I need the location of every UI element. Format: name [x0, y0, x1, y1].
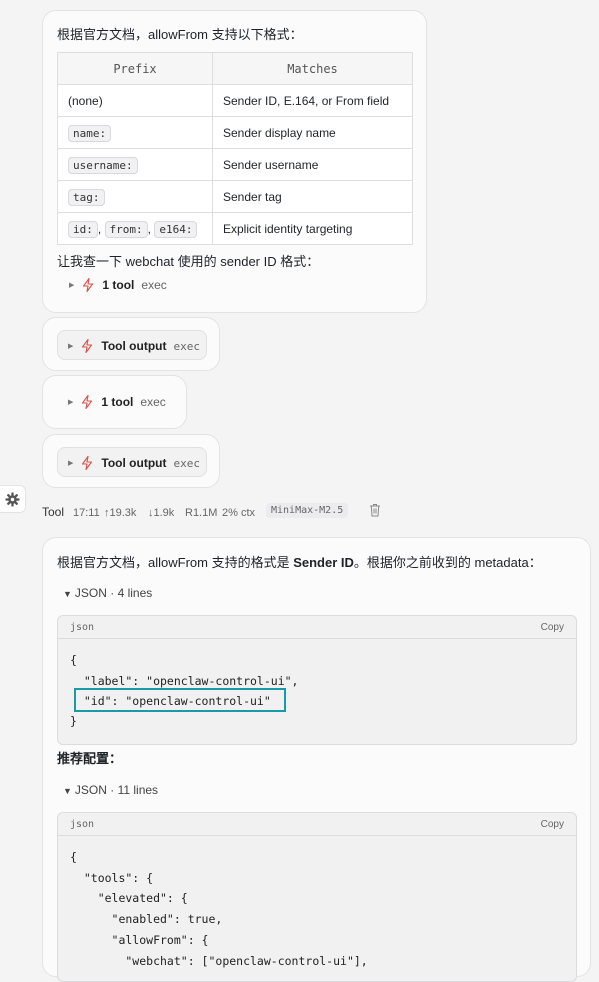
- matches-cell: Sender display name: [212, 116, 413, 149]
- sender-id-emphasis: Sender ID: [293, 555, 354, 570]
- lightning-icon: [82, 339, 93, 353]
- matches-cell: Sender tag: [212, 180, 413, 213]
- code-line: "elevated": {: [70, 891, 188, 905]
- prefix-cell: (none): [57, 84, 213, 117]
- code-language: json: [70, 621, 95, 633]
- code-line: "webchat": ["openclaw-control-ui"],: [70, 954, 368, 968]
- prefix-code: name:: [68, 124, 112, 142]
- prefix-code: username:: [68, 156, 138, 174]
- message-followup: 让我查一下 webchat 使用的 sender ID 格式：: [57, 254, 320, 269]
- tool-call-toggle[interactable]: ▶ 1 tool exec: [69, 278, 167, 292]
- cache-read: R1.1M: [185, 507, 218, 519]
- tool-label: Tool output: [101, 456, 167, 470]
- prefix-code: from:: [104, 220, 148, 238]
- message-time: 17:11: [73, 507, 100, 519]
- tool-label: 1 tool: [101, 395, 134, 409]
- message-intro: 根据官方文档，allowFrom 支持的格式是 Sender ID。根据你之前收…: [57, 555, 542, 570]
- lightning-icon: [83, 278, 94, 292]
- table-header-prefix: Prefix: [57, 52, 213, 85]
- table-row: id:, from:, e164: Explicit identity targ…: [57, 212, 413, 245]
- caret-right-icon: ▶: [68, 460, 74, 467]
- caret-down-icon: ▼: [63, 589, 72, 599]
- settings-button[interactable]: [0, 485, 26, 513]
- caret-right-icon: ▶: [68, 399, 74, 406]
- tool-label: 1 tool: [102, 278, 135, 292]
- matches-cell: Sender username: [212, 148, 413, 181]
- model-badge: MiniMax-M2.5: [266, 503, 349, 518]
- table-row: name: Sender display name: [57, 116, 413, 149]
- tool-name: exec: [141, 278, 167, 292]
- code-line: "label": "openclaw-control-ui",: [70, 674, 299, 688]
- code-line: "tools": {: [70, 871, 154, 885]
- context-usage: 2% ctx: [222, 507, 256, 519]
- tool-call-card: ▶ 1 tool exec: [42, 375, 187, 429]
- prefix-table: Prefix Matches (none) Sender ID, E.164, …: [57, 52, 413, 245]
- recommend-heading: 推荐配置：: [57, 751, 123, 766]
- prefix-cell: id:, from:, e164:: [57, 212, 213, 245]
- prefix-code: id:: [68, 220, 98, 238]
- prefix-cell: tag:: [57, 180, 213, 213]
- assistant-message-1: 根据官方文档，allowFrom 支持以下格式： Prefix Matches …: [42, 10, 427, 313]
- tool-name: exec: [173, 456, 200, 470]
- prefix-code: tag:: [68, 188, 105, 206]
- tool-output-card: ▶ Tool output exec: [42, 317, 220, 371]
- message-intro: 根据官方文档，allowFrom 支持以下格式：: [57, 27, 303, 42]
- copy-button[interactable]: Copy: [541, 622, 564, 633]
- prefix-code: e164:: [154, 220, 198, 238]
- table-row: tag: Sender tag: [57, 180, 413, 213]
- code-line: {: [70, 850, 77, 864]
- tool-label: Tool output: [101, 339, 167, 353]
- prefix-cell: username:: [57, 148, 213, 181]
- tool-output-toggle[interactable]: ▶ Tool output exec: [57, 447, 207, 477]
- assistant-message-2: 根据官方文档，allowFrom 支持的格式是 Sender ID。根据你之前收…: [42, 537, 591, 982]
- code-line: {: [70, 653, 77, 667]
- table-header-matches: Matches: [212, 52, 413, 85]
- tokens-up: ↑19.3k: [104, 507, 137, 519]
- code-line: }: [70, 714, 77, 728]
- caret-down-icon: ▼: [63, 786, 72, 796]
- prefix-cell: name:: [57, 116, 213, 149]
- table-row: username: Sender username: [57, 148, 413, 181]
- caret-right-icon: ▶: [69, 282, 75, 289]
- gear-icon: [5, 492, 20, 507]
- trash-icon[interactable]: [369, 503, 381, 517]
- json-code-block: json Copy { "tools": { "elevated": { "en…: [57, 812, 577, 982]
- json-summary-toggle[interactable]: ▼ JSON · 4 lines: [63, 586, 152, 600]
- tool-output-toggle[interactable]: ▶ Tool output exec: [57, 330, 207, 360]
- sender-name: Tool: [42, 505, 65, 519]
- copy-button[interactable]: Copy: [541, 819, 564, 830]
- matches-cell: Explicit identity targeting: [212, 212, 413, 245]
- code-line: "allowFrom": {: [70, 933, 209, 947]
- lightning-icon: [82, 456, 93, 470]
- matches-cell: Sender ID, E.164, or From field: [212, 84, 413, 117]
- json-summary-toggle[interactable]: ▼ JSON · 11 lines: [63, 783, 158, 797]
- table-row: (none) Sender ID, E.164, or From field: [57, 84, 413, 117]
- code-line: "enabled": true,: [70, 912, 223, 926]
- code-line: "id": "openclaw-control-ui": [70, 694, 271, 708]
- caret-right-icon: ▶: [68, 343, 74, 350]
- code-language: json: [70, 818, 95, 830]
- tokens-down: ↓1.9k: [148, 507, 175, 519]
- tool-call-toggle[interactable]: ▶ 1 tool exec: [68, 395, 166, 409]
- tool-output-card: ▶ Tool output exec: [42, 434, 220, 488]
- tool-name: exec: [173, 339, 200, 353]
- json-code-block: json Copy { "label": "openclaw-control-u…: [57, 615, 577, 745]
- tool-name: exec: [140, 395, 166, 409]
- lightning-icon: [82, 395, 93, 409]
